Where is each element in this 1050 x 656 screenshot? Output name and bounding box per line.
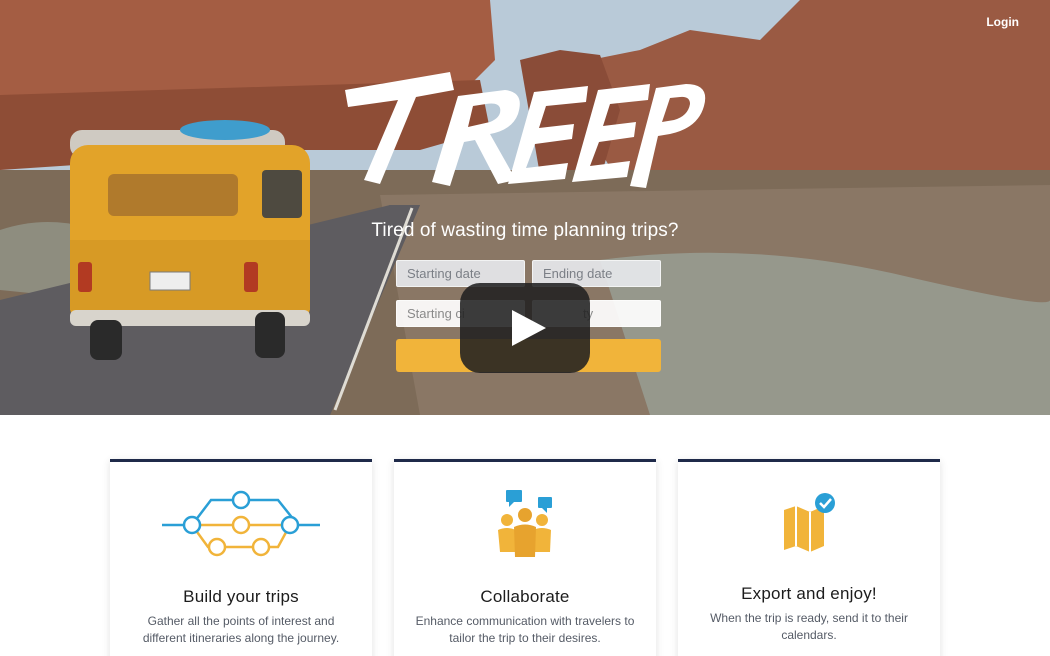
feature-card-export: Export and enjoy! When the trip is ready… xyxy=(678,459,940,656)
feature-card-collaborate: Collaborate Enhance communication with t… xyxy=(394,459,656,656)
feature-title: Build your trips xyxy=(183,587,299,606)
feature-description: Enhance communication with travelers to … xyxy=(415,614,635,645)
play-icon xyxy=(512,310,546,346)
map-check-icon xyxy=(784,493,835,552)
login-link[interactable]: Login xyxy=(986,15,1019,29)
feature-title: Collaborate xyxy=(480,587,570,606)
feature-description: Gather all the points of interest and di… xyxy=(142,614,340,645)
route-network-icon xyxy=(162,490,320,557)
hero-section: Login Tired of wasting time planning tri… xyxy=(0,0,1050,415)
treep-logo xyxy=(345,72,706,188)
feature-description: When the trip is ready, send it to their… xyxy=(710,611,908,642)
video-play-button[interactable] xyxy=(460,283,590,373)
team-chat-icon xyxy=(498,490,552,557)
feature-card-build: Build your trips Gather all the points o… xyxy=(110,459,372,656)
hero-tagline: Tired of wasting time planning trips? xyxy=(371,220,679,241)
feature-title: Export and enjoy! xyxy=(741,584,877,603)
